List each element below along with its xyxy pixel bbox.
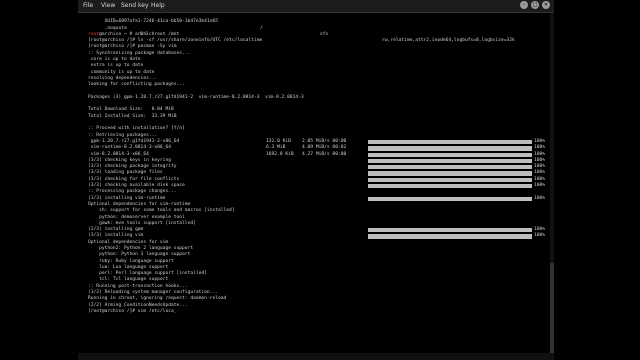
progress-bar [368,146,532,151]
progress-bar [368,152,532,157]
status-bar [78,353,554,360]
scrollbar-thumb[interactable] [550,263,554,353]
progress-bar [368,196,532,201]
window-controls: – □ ✕ [520,1,550,9]
progress-bar [368,171,532,176]
terminal-output[interactable]: UUID=6897afa1-7246-41ca-bb50-1b47e3b41e6… [88,13,548,358]
menu-help[interactable]: Help [151,2,165,9]
progress-bar [368,158,532,164]
progress-bar [368,234,532,239]
menu-send-key[interactable]: Send key [121,2,149,9]
menu-view[interactable]: View [101,2,115,9]
maximize-icon[interactable]: □ [531,1,539,9]
menu-file[interactable]: File [83,2,93,9]
vm-window: File View Send key Help – □ ✕ UUID=6897a… [78,0,554,360]
progress-bar [368,184,532,189]
prompt-command: @archiso ~ # arch-chroot /mnt [99,31,180,37]
minimize-icon[interactable]: – [520,1,528,9]
prompt-user: root [88,31,100,37]
terminal-line: [root@archiso /]# vim /etc/loca_ [88,308,177,314]
progress-bar [368,177,532,183]
progress-bar [368,228,532,233]
scrollbar[interactable] [550,13,554,353]
close-icon[interactable]: ✕ [542,1,550,9]
progress-bar [368,165,532,170]
menu-bar: File View Send key Help – □ ✕ [78,0,554,13]
progress-bar [368,139,532,145]
